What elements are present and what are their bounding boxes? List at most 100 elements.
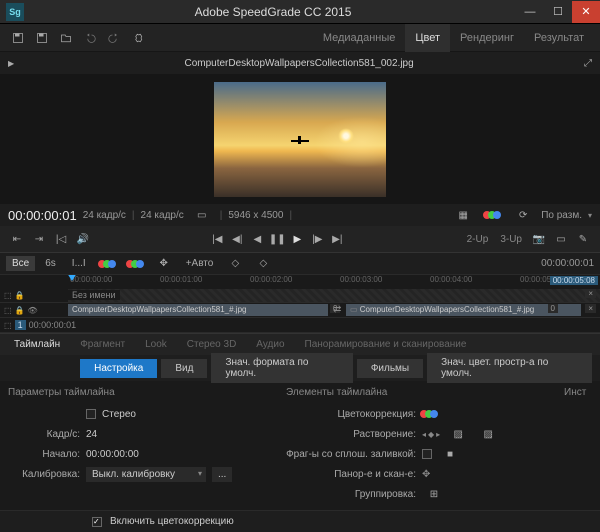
threeup-button[interactable]: 3-Up [496,234,526,245]
rgb-icon[interactable] [485,207,501,223]
enable-colorcorr-checkbox[interactable] [92,517,102,527]
nav-result[interactable]: Результат [524,24,594,52]
subtab-color-defaults[interactable]: Знач. цвет. простр-а по умолч. [427,353,592,383]
clip-bar-2[interactable]: ▭ ComputerDesktopWallpapersCollection581… [346,304,581,316]
ruler-end-tc: 00:00:05:08 [550,276,598,285]
calib-label: Калибровка: [8,469,80,480]
fullscreen-icon[interactable]: ⤢ [584,58,592,69]
subtab-view[interactable]: Вид [161,359,207,378]
close-button[interactable]: ✕ [572,1,600,23]
info-bar: 00:00:00:01 24 кадр/с | 24 кадр/с ▭ | 59… [0,204,600,226]
filter-6s[interactable]: 6s [39,256,62,271]
main-timecode[interactable]: 00:00:00:01 [8,208,77,223]
out-point-icon[interactable]: ⇥ [30,230,48,248]
maximize-button[interactable]: ☐ [544,1,572,23]
dissolve-icon2[interactable]: ▨ [480,426,496,442]
playhead-icon[interactable] [67,274,77,281]
calib-dropdown[interactable]: Выкл. калибровку [86,467,206,482]
app-icon: Sg [6,3,24,21]
group-label: Группировка: [286,489,416,500]
track-snap-button[interactable]: × [585,304,596,313]
subtab-setup[interactable]: Настройка [80,359,157,378]
rgb-icon [422,410,438,418]
refresh-icon[interactable]: ⟳ [515,207,531,223]
keyframe-b-icon[interactable]: ◇ [255,256,271,272]
save2-icon[interactable] [34,30,50,46]
filter-auto[interactable]: +Авто [180,256,220,271]
step-fwd-icon[interactable]: |▶ [308,230,326,248]
fx-icon[interactable]: ⬚ [4,321,12,330]
tab-fragment[interactable]: Фрагмент [70,334,135,356]
filter-ia[interactable]: I...I [66,256,92,271]
filter-all[interactable]: Все [6,256,35,271]
save-icon[interactable] [10,30,26,46]
colorcorr-label: Цветокоррекция: [286,409,416,420]
eye-icon[interactable]: 👁 [28,306,38,315]
stereo-label: Стерео [102,409,136,420]
folder-icon[interactable] [58,30,74,46]
rgb-icon2[interactable] [100,256,116,272]
rgb-icon3[interactable] [128,256,144,272]
settings-icon[interactable] [130,30,146,46]
dissolve-stepper[interactable]: ◂◆▸ [422,430,440,439]
undo-icon[interactable] [82,30,98,46]
calib-dots-button[interactable]: ... [212,467,232,482]
fx-icon[interactable]: ⬚ [4,306,12,315]
dissolve-icon1[interactable]: ▨ [450,426,466,442]
params-panel: Параметры таймлайна Стерео Кадр/с: 24 На… [0,381,600,510]
fps-value[interactable]: 24 [86,429,97,440]
step-back-icon[interactable]: ◀| [228,230,246,248]
aspect-icon[interactable]: ▭ [194,207,210,223]
lock-icon[interactable]: 🔒 [15,291,25,300]
left-section-title: Параметры таймлайна [8,387,266,398]
elements-column: Элементы таймлайна Цветокоррекция: Раств… [286,387,544,504]
solid-checkbox[interactable] [422,449,432,459]
collapse-button[interactable]: × [585,289,596,298]
redo-icon[interactable] [106,30,122,46]
screenshot-icon[interactable]: ▭ [552,230,570,248]
in-point-icon[interactable]: ⇤ [8,230,26,248]
ruler-mark: 00:00:03:00 [340,275,382,284]
camera-icon[interactable]: 📷 [530,230,548,248]
group-icon[interactable]: ⊞ [426,486,442,502]
prev-mark-icon[interactable]: |◁ [52,230,70,248]
twoup-button[interactable]: 2-Up [463,234,493,245]
stereo-checkbox[interactable] [86,409,96,419]
tab-timeline[interactable]: Таймлайн [4,334,70,356]
minimize-button[interactable]: — [516,1,544,23]
link-icon[interactable]: ⇄ [333,304,341,315]
timeline-ruler[interactable]: 00:00:00:00 00:00:01:00 00:00:02:00 00:0… [0,274,600,288]
goto-start-icon[interactable]: |◀ [208,230,226,248]
start-value[interactable]: 00:00:00:00 [86,449,139,460]
play-icon[interactable]: ▶ [288,230,306,248]
grid-icon[interactable]: ▦ [455,207,471,223]
ruler-mark: 00:00:01:00 [160,275,202,284]
fx-icon[interactable]: ⬚ [4,291,12,300]
speaker-icon[interactable]: 🔊 [74,230,92,248]
clip-header: ▶ ComputerDesktopWallpapersCollection581… [0,52,600,74]
clip-bar-1[interactable]: ComputerDesktopWallpapersCollection581_#… [68,304,328,316]
main-toolbar: Медиаданные Цвет Рендеринг Результат [0,24,600,52]
panscan-move-icon[interactable]: ✥ [422,469,430,480]
move-icon[interactable]: ✥ [156,256,172,272]
pause-icon[interactable]: ❚❚ [268,230,286,248]
ruler-mark: 00:00:04:00 [430,275,472,284]
right-section-title: Элементы таймлайна [286,387,544,398]
nav-color[interactable]: Цвет [405,24,450,52]
track-row-video: ⬚🔒👁 ComputerDesktopWallpapersCollection5… [0,303,600,318]
keyframe-a-icon[interactable]: ◇ [227,256,243,272]
subtab-format-defaults[interactable]: Знач. формата по умолч. [211,353,352,383]
lock-icon[interactable]: 🔒 [15,306,25,315]
panscan-label: Панор-е и скан-е: [286,469,416,480]
solid-color-icon[interactable]: ■ [442,446,458,462]
tab-look[interactable]: Look [135,334,177,356]
nav-media[interactable]: Медиаданные [313,24,406,52]
fit-dropdown[interactable]: По разм. [541,210,582,221]
titlebar: Sg Adobe SpeedGrade CC 2015 — ☐ ✕ [0,0,600,24]
subtab-films[interactable]: Фильмы [357,359,423,378]
goto-end-icon[interactable]: ▶| [328,230,346,248]
tool-icon[interactable]: ✎ [574,230,592,248]
fps-2: 24 кадр/с [141,210,184,221]
nav-render[interactable]: Рендеринг [450,24,524,52]
rewind-icon[interactable]: ◀ [248,230,266,248]
